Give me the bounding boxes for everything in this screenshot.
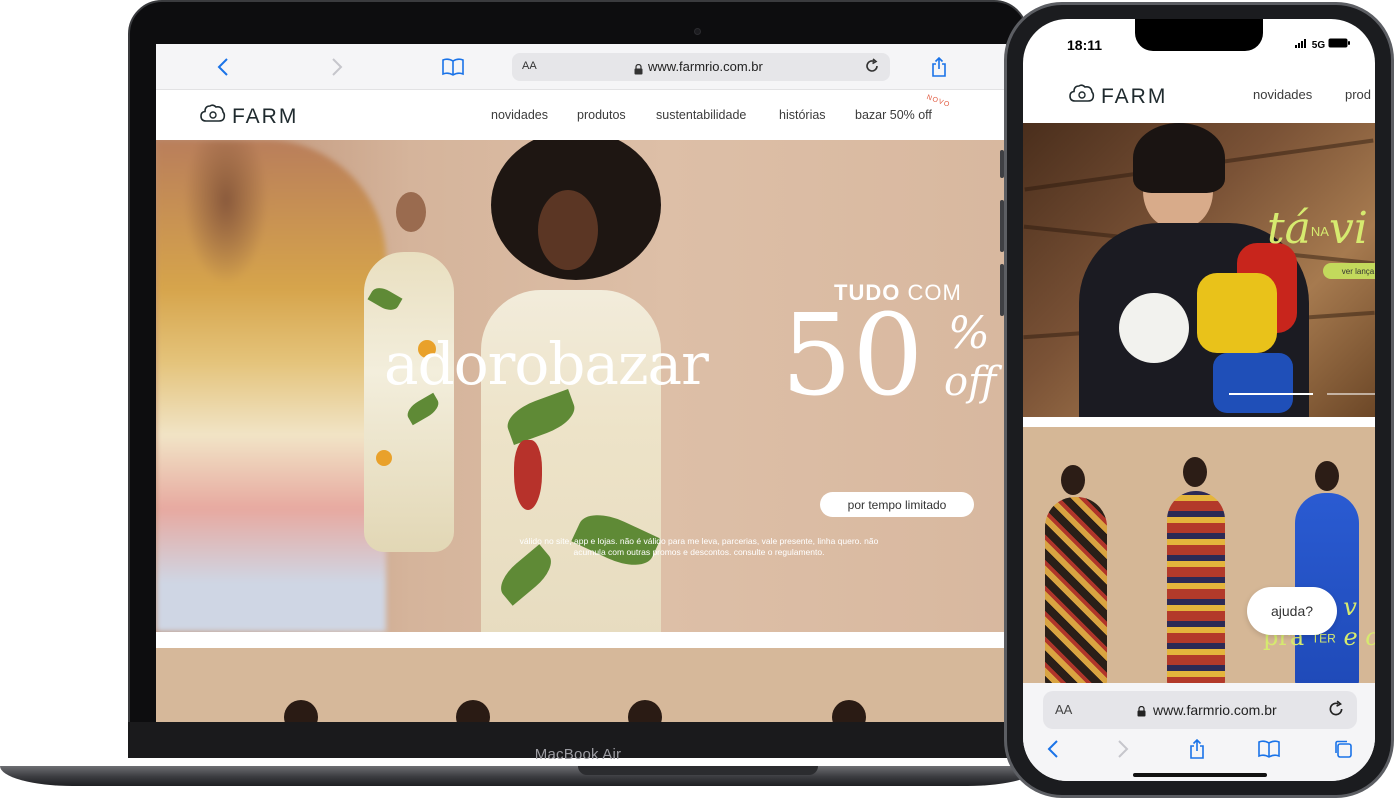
address-bar[interactable]: AA www.farmrio.com.br (1043, 691, 1357, 729)
overlay-ec: e c (1343, 623, 1375, 651)
flower-pattern (376, 450, 392, 466)
novo-badge: novo (925, 93, 952, 110)
hero-percent: % (948, 308, 990, 359)
headline-vi: vi (1328, 203, 1368, 254)
hero-title-light: adoro (384, 330, 549, 398)
back-icon[interactable] (1041, 737, 1065, 761)
parrot-pattern (514, 440, 542, 510)
hero-banner[interactable]: adorobazar TUDO COM 50 % off por tempo l… (156, 140, 1006, 632)
carousel-dot-active[interactable] (1229, 393, 1313, 395)
cloud-logo-icon (200, 103, 226, 130)
device-mockup: AA www.farmrio.com.br FARM novidades pro… (0, 0, 1394, 800)
jacket-pattern (1119, 293, 1189, 363)
site-header: FARM novidades produtos sustentabilidade… (156, 90, 1006, 140)
macbook-base (0, 766, 1040, 786)
model-head-image (1061, 465, 1085, 495)
macbook-label: MacBook Air (534, 746, 622, 763)
model-thumb (628, 700, 662, 722)
nav-produtos[interactable]: produtos (577, 108, 626, 122)
back-icon[interactable] (212, 56, 234, 78)
headline-ta: tá (1267, 203, 1311, 254)
forward-icon[interactable] (326, 56, 348, 78)
home-indicator[interactable] (1133, 773, 1267, 777)
hero-title: adorobazar (384, 330, 709, 398)
product-strip (156, 648, 1006, 722)
network-label: 5G (1311, 40, 1326, 51)
nav-historias[interactable]: histórias (779, 108, 826, 122)
phone-notch (1135, 19, 1263, 51)
mobile-hero-headline: táNAvi (1267, 203, 1368, 254)
bookmarks-icon[interactable] (1257, 737, 1281, 761)
hero-title-bold: bazar (548, 330, 709, 398)
model-thumb (456, 700, 490, 722)
lock-icon (634, 62, 643, 80)
tabs-icon[interactable] (1331, 737, 1355, 761)
hero-legal-text: válido no site, app e lojas. não é válid… (519, 536, 879, 558)
headline-na: NA (1310, 224, 1329, 239)
jacket-pattern (1197, 273, 1277, 353)
hero-off: off (944, 359, 997, 405)
limited-time-button[interactable]: por tempo limitado (820, 492, 974, 517)
macbook-hinge-notch (578, 766, 818, 775)
lock-icon (1137, 704, 1146, 722)
section-gap (1023, 417, 1375, 427)
iphone-screen: 18:11 5G FARM novidades prod táNAvi ver … (1023, 19, 1375, 781)
reader-aa-label[interactable]: AA (1055, 702, 1072, 717)
iphone-frame: 18:11 5G FARM novidades prod táNAvi ver … (1004, 2, 1394, 798)
status-signal: 5G (1295, 38, 1350, 51)
nav-bazar[interactable]: bazar 50% off (855, 108, 932, 122)
signal-bars-icon (1295, 39, 1306, 48)
status-time: 18:11 (1067, 37, 1103, 53)
logo-text: FARM (1101, 84, 1168, 108)
carousel-indicators (1229, 393, 1375, 395)
mobile-hero-banner[interactable]: táNAvi ver lança (1023, 123, 1375, 417)
share-icon[interactable] (928, 56, 950, 78)
logo-text: FARM (232, 104, 299, 128)
macbook-screen: AA www.farmrio.com.br FARM novidades pro… (156, 44, 1006, 722)
mobile-collection-banner[interactable]: os v pra TER e c ajuda? (1023, 427, 1375, 683)
url-text: www.farmrio.com.br (648, 59, 763, 74)
model-dress-image (1045, 497, 1107, 683)
url-text: www.farmrio.com.br (1153, 702, 1277, 718)
help-chat-button[interactable]: ajuda? (1247, 587, 1337, 635)
farm-logo[interactable]: FARM (200, 103, 298, 130)
carousel-dot[interactable] (1327, 393, 1375, 395)
battery-icon (1328, 38, 1350, 48)
model-thumb (284, 700, 318, 722)
mobile-site-header: FARM novidades prod (1023, 69, 1375, 123)
macbook-camera (694, 28, 701, 35)
nav-sustentabilidade[interactable]: sustentabilidade (656, 108, 746, 122)
model-hair-image (1133, 123, 1225, 193)
hero-discount-number: 50 (781, 291, 924, 421)
model-face-image (538, 190, 598, 270)
model-image (396, 192, 426, 232)
model-thumb (832, 700, 866, 722)
nav-novidades[interactable]: novidades (1253, 87, 1312, 102)
ver-lancamentos-button[interactable]: ver lança (1323, 263, 1375, 279)
share-icon[interactable] (1185, 737, 1209, 761)
farm-logo[interactable]: FARM (1069, 83, 1167, 110)
nav-produtos[interactable]: prod (1345, 87, 1371, 102)
foreground-model-image (156, 140, 386, 632)
model-head-image (1183, 457, 1207, 487)
forward-icon[interactable] (1111, 737, 1135, 761)
reader-aa-label[interactable]: AA (522, 60, 537, 72)
address-bar[interactable]: AA www.farmrio.com.br (512, 53, 890, 81)
model-head-image (1315, 461, 1339, 491)
model-dress-image (1167, 491, 1225, 683)
bookmarks-icon[interactable] (442, 56, 464, 78)
nav-novidades[interactable]: novidades (491, 108, 548, 122)
safari-toolbar: AA www.farmrio.com.br (156, 44, 1006, 90)
reload-icon[interactable] (864, 58, 880, 79)
reload-icon[interactable] (1327, 700, 1345, 723)
cloud-logo-icon (1069, 83, 1095, 110)
jacket-pattern (1213, 353, 1293, 413)
safari-bottom-bar: AA www.farmrio.com.br (1023, 683, 1375, 781)
